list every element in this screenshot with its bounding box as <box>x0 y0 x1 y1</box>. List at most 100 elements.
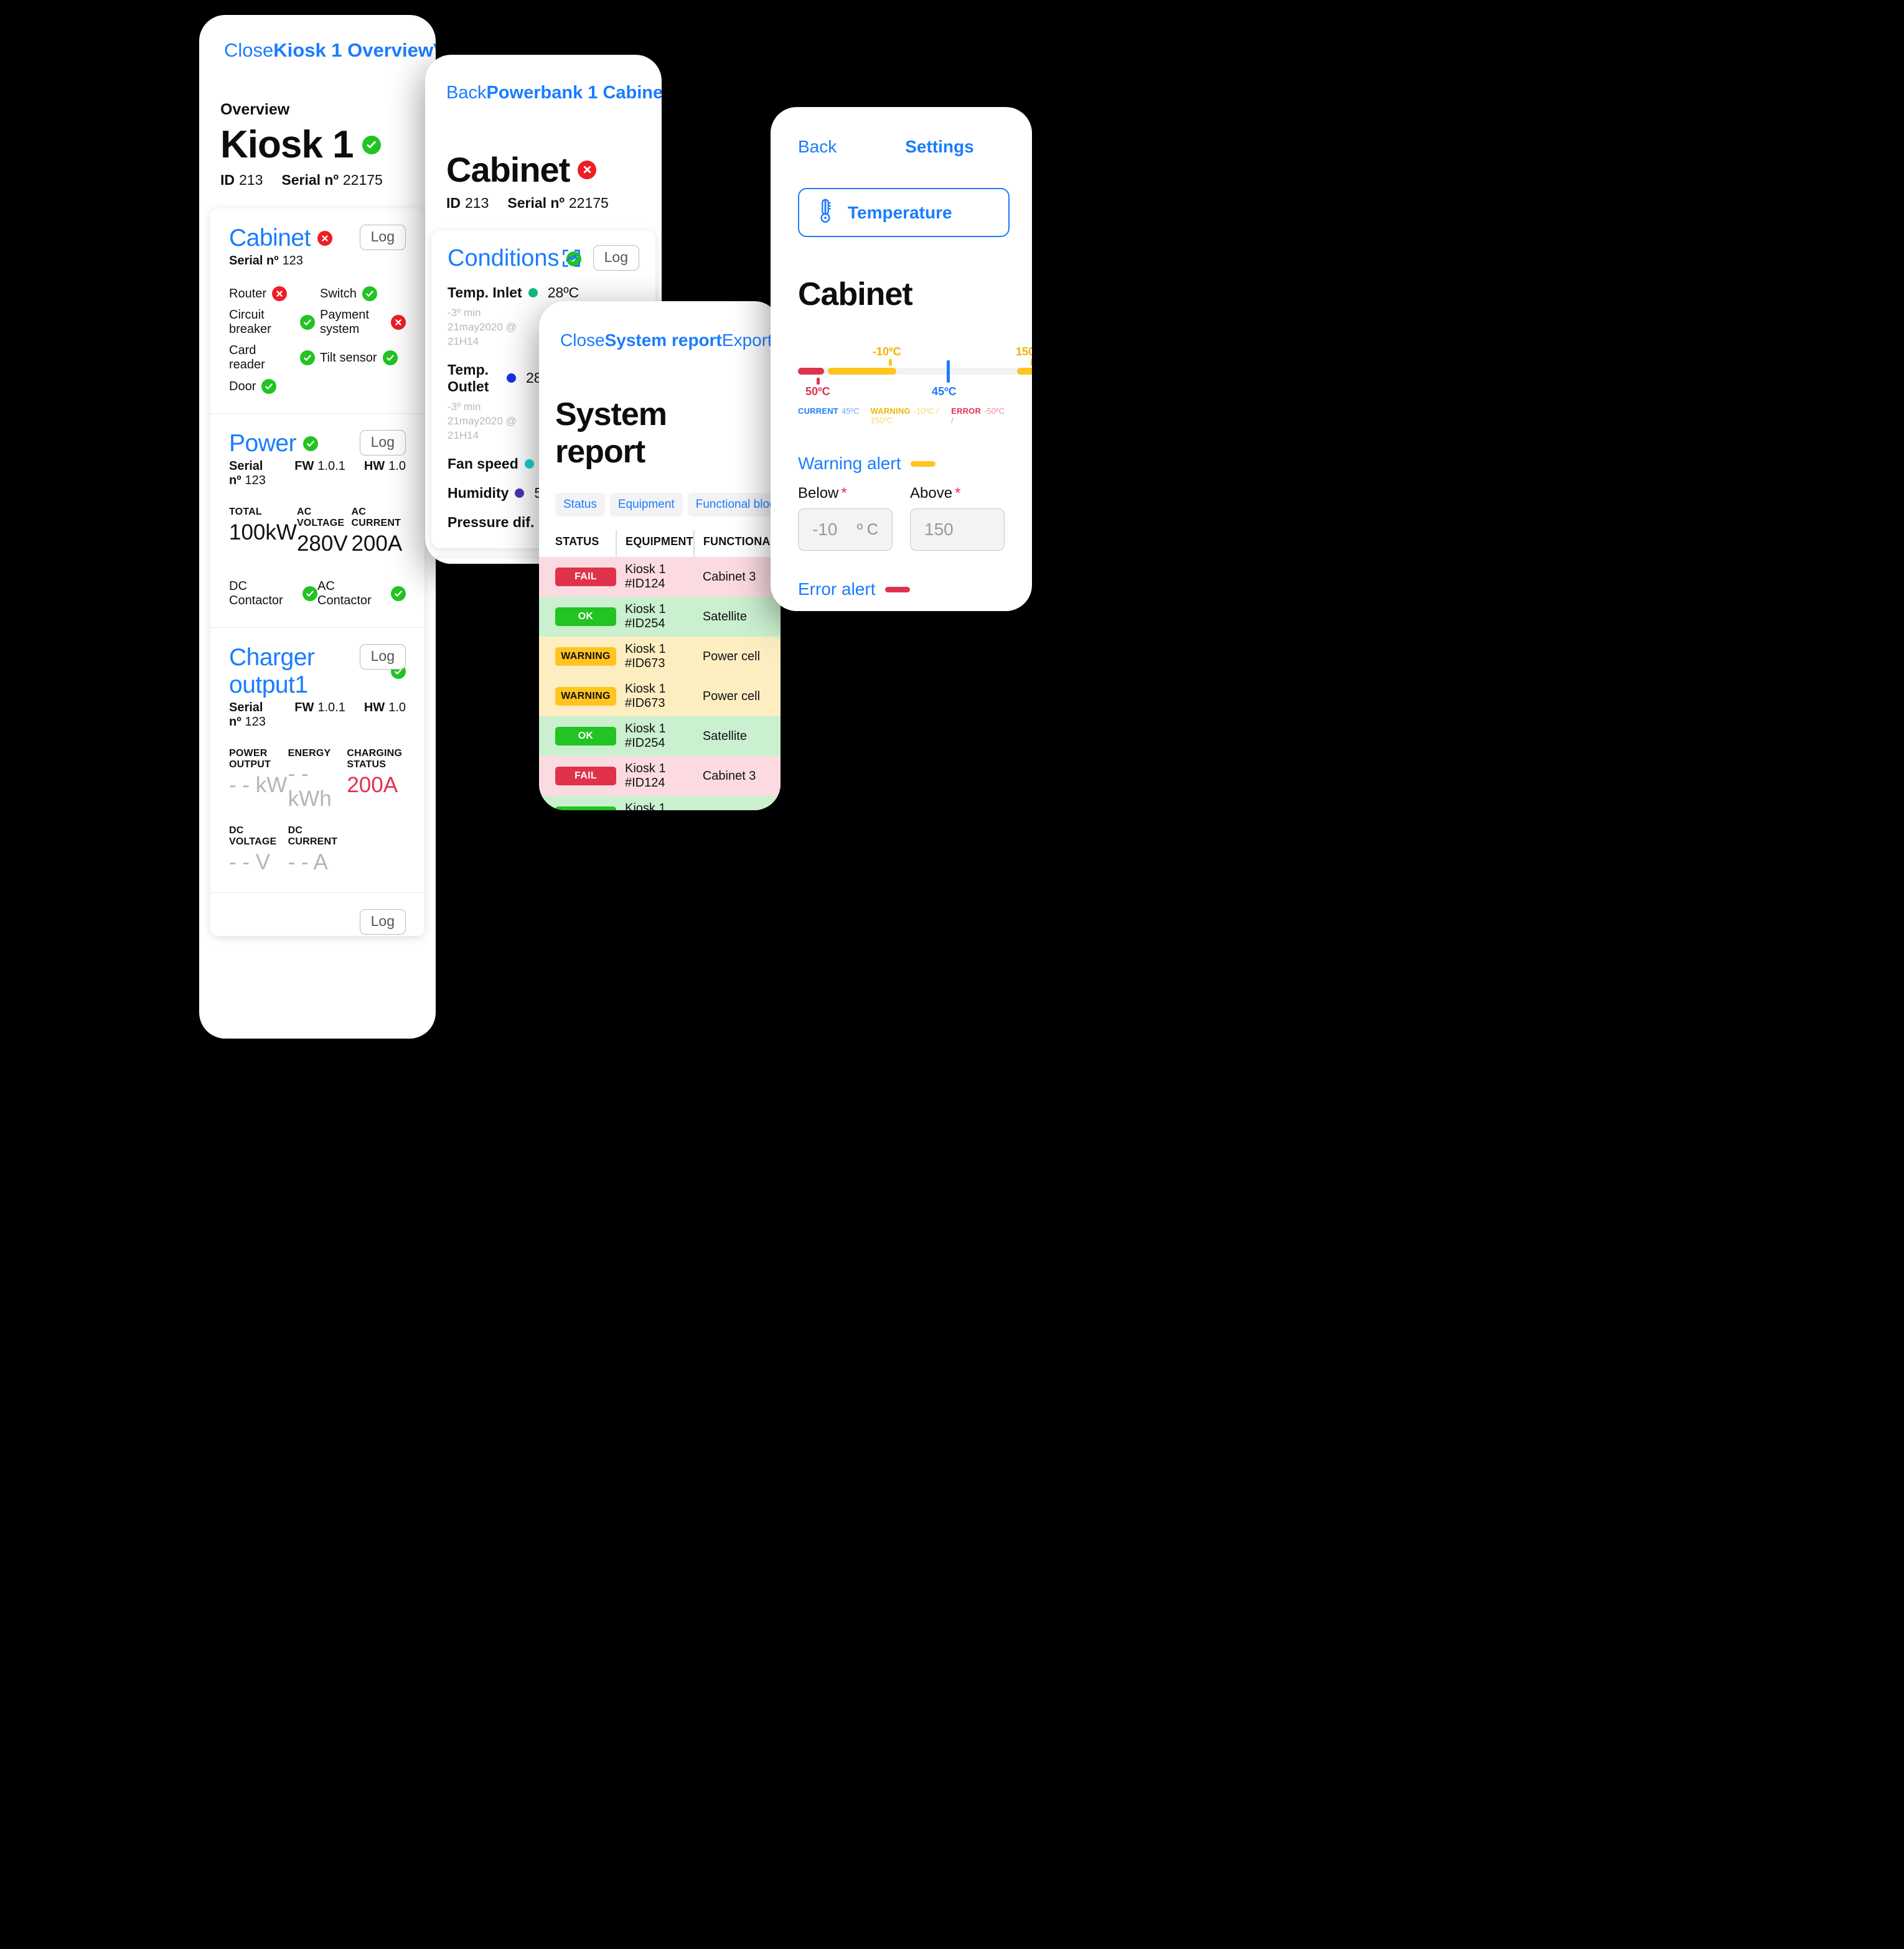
close-button[interactable]: Close <box>560 330 605 350</box>
gauge-label-current: 45ºC <box>932 385 957 398</box>
gauge-current-marker <box>947 360 950 383</box>
status-badge: WARNING <box>555 687 616 706</box>
cabinet-log-button[interactable]: Log <box>359 225 406 250</box>
kiosk-id-label: ID <box>220 172 235 188</box>
column-header-equipment[interactable]: EQUIPMENT <box>616 530 694 557</box>
error-alert-fields: Below* -50 º C Above* 200 <box>798 610 1005 611</box>
cabinet-page-title-text: Cabinet <box>446 150 570 189</box>
export-button[interactable]: Export <box>722 330 772 350</box>
charger-serial-value: 123 <box>245 715 266 729</box>
cabinet-serial-value: 123 <box>282 254 303 268</box>
settings-nav-title: Settings <box>905 137 974 156</box>
gauge-warning-high-segment <box>1017 368 1032 375</box>
page-title: Kiosk 1 <box>220 123 415 167</box>
cabinet-card-title-text: Cabinet <box>229 225 311 251</box>
check-tilt-sensor: Tilt sensor <box>320 342 406 374</box>
close-button[interactable]: Close <box>224 39 273 62</box>
cell-equipment: Kiosk 1 #ID124 <box>625 563 666 591</box>
settings-navbar: Back Settings <box>771 107 1032 167</box>
status-ok-icon <box>261 379 277 394</box>
conditions-title-text: Conditions <box>448 245 560 271</box>
gauge-error-low-segment <box>798 368 824 375</box>
cabinet-header-block: Cabinet ID 213 Serial nº 22175 <box>425 149 662 212</box>
back-button[interactable]: Back <box>798 137 837 157</box>
check-payment-system: Payment system <box>320 306 406 339</box>
cabinet-serial-value: 22175 <box>568 195 609 211</box>
kiosk-nav-title: Kiosk 1 Overview <box>273 39 434 61</box>
error-alert-header: Error alert <box>798 579 1005 599</box>
screenshot-stage: Close Kiosk 1 Overview View Report Overv… <box>0 0 1904 1949</box>
power-contactors: DC Contactor AC Contactor <box>229 577 406 610</box>
back-button[interactable]: Back <box>446 83 486 103</box>
settings-page-title: Cabinet <box>798 276 913 312</box>
check-router: Router <box>229 284 315 303</box>
charger-hw-value: 1.0 <box>388 701 406 714</box>
charger-output-card: Log Charger output1 Serial nº 123 FW 1.0.1… <box>210 628 424 893</box>
conditions-log-button[interactable]: Log <box>593 245 639 271</box>
cell-equipment: Kiosk 1 #ID673 <box>625 642 666 670</box>
cell-block: Power cell <box>702 689 761 703</box>
check-switch: Switch <box>320 284 406 303</box>
charger-log-button[interactable]: Log <box>359 644 406 670</box>
table-row[interactable]: FAIL Kiosk 1 #ID124 Cabinet 3 <box>539 557 781 597</box>
cell-block: Power cell <box>702 649 761 663</box>
column-header-status[interactable]: STATUS <box>539 530 616 557</box>
cabinet-id-label: ID <box>446 195 461 211</box>
metric-ac-current: AC CURRENT 200A <box>351 507 403 556</box>
check-door: Door <box>229 377 315 396</box>
warning-below-input[interactable]: -10 º C <box>798 508 893 551</box>
power-log-button[interactable]: Log <box>359 430 406 456</box>
table-row[interactable]: FAIL Kiosk 1 #ID124 Cabinet 3 <box>539 756 781 796</box>
power-hw-value: 1.0 <box>388 459 406 473</box>
cabinet-serial-label: Serial nº <box>229 254 279 268</box>
gauge-warning-low-segment <box>828 368 896 375</box>
status-ok-icon <box>362 286 377 301</box>
column-header-functional-block[interactable]: FUNCTIONAL BLOCK <box>693 530 781 557</box>
table-row[interactable]: OK Kiosk 1 #ID254 Satellite <box>539 796 781 810</box>
cabinet-id-value: 213 <box>465 195 489 211</box>
check-circuit-breaker: Circuit breaker <box>229 306 315 339</box>
table-row[interactable]: OK Kiosk 1 #ID254 Satellite <box>539 716 781 756</box>
gauge-tick-error-low <box>817 378 820 385</box>
tab-temperature[interactable]: Temperature <box>798 188 1010 237</box>
overview-eyebrow: Overview <box>220 101 290 118</box>
cell-block: Satellite <box>694 796 781 811</box>
charger-card-meta: Serial nº 123 FW 1.0.1 HW 1.0 <box>229 701 406 729</box>
expand-chart-icon[interactable] <box>562 249 581 268</box>
status-error-icon <box>272 286 288 301</box>
status-error-icon <box>391 315 406 330</box>
cabinet-navbar: Back Powerbank 1 Cabinet View report <box>425 55 662 115</box>
series-dot-fan-speed <box>524 459 534 469</box>
kiosk-cards: Log Cabinet Serial nº 123 Router Switch C… <box>210 208 424 937</box>
check-card-reader: Card reader <box>229 342 315 374</box>
cabinet-meta: ID 213 Serial nº 22175 <box>446 195 640 212</box>
warning-below-value: -10 <box>812 520 838 539</box>
warning-above-field: Above * 150 <box>910 485 1005 551</box>
table-row[interactable]: WARNING Kiosk 1 #ID673 Power cell <box>539 637 781 676</box>
status-ok-icon <box>382 350 398 365</box>
table-row[interactable]: OK Kiosk 1 #ID254 Satellite <box>539 597 781 637</box>
next-log-button[interactable]: Log <box>359 909 406 935</box>
table-row[interactable]: WARNING Kiosk 1 #ID673 Power cell <box>539 676 781 716</box>
filter-status[interactable]: Status <box>555 493 605 516</box>
kiosk-serial-label: Serial nº <box>281 172 339 188</box>
kiosk-header-block: Overview Kiosk 1 ID 213 Serial nº 22175 <box>199 101 436 189</box>
cell-block: Satellite <box>702 609 747 624</box>
next-card-partial: Log <box>210 893 424 937</box>
gauge-label-error-low: 50ºC <box>805 385 830 398</box>
cell-equipment: Kiosk 1 #ID254 <box>625 802 666 810</box>
condition-temp-inlet: Temp. Inlet 28ºC <box>448 284 579 301</box>
warning-above-input[interactable]: 150 <box>910 508 1005 551</box>
view-report-button[interactable]: View Report <box>433 39 436 62</box>
charger-metrics-top: POWER OUTPUT - - kW ENERGY - - kWh CHARG… <box>229 748 406 811</box>
filter-equipment[interactable]: Equipment <box>609 493 683 516</box>
cabinet-serial-label: Serial nº <box>507 195 565 211</box>
power-fw-value: 1.0.1 <box>317 459 345 473</box>
filter-functional-block[interactable]: Functional block <box>687 493 781 516</box>
kiosk-overview-panel: Close Kiosk 1 Overview View Report Overv… <box>199 15 436 1039</box>
power-serial-value: 123 <box>245 474 266 487</box>
kiosk-serial: Serial nº 22175 <box>281 172 382 189</box>
series-dot-temp-outlet <box>506 373 516 383</box>
cabinet-card-serial: Serial nº 123 <box>229 254 406 268</box>
cabinet-check-list: Router Switch Circuit breaker Payment sy… <box>229 284 406 396</box>
